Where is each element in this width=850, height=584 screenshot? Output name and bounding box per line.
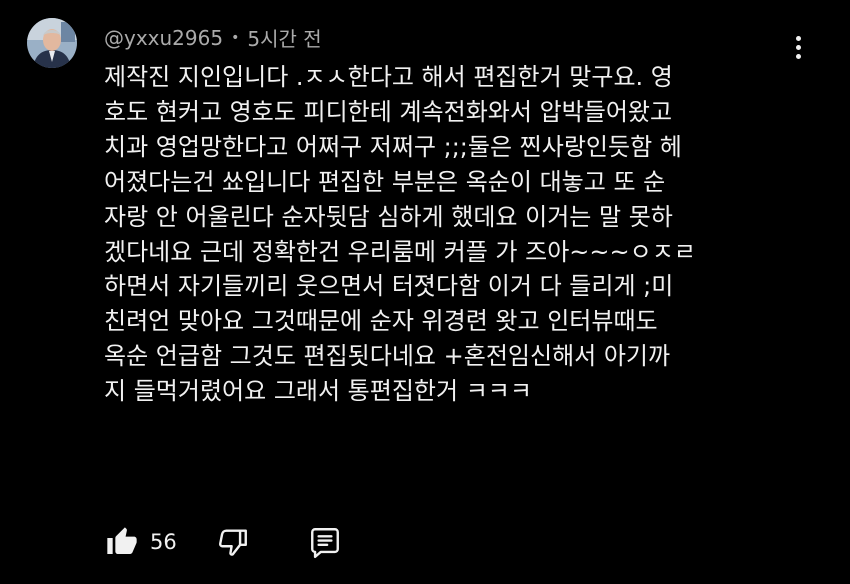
- comment-line: 제작진 지인입니다 .ㅈㅅ한다고 해서 편집한거 맞구요. 영: [104, 63, 673, 91]
- more-vert-icon-dot: [795, 44, 801, 50]
- comment-line: 겠다네요 근데 정확한건 우리룸메 커플 가 즈아~~~ㅇㅈㄹ: [104, 237, 696, 266]
- avatar-image: [27, 18, 77, 68]
- like-count: 56: [150, 530, 177, 554]
- comment-line: 자랑 안 어울린다 순자뒷담 심하게 했데요 이거는 말 못하: [104, 202, 673, 231]
- header-separator: •: [231, 29, 240, 46]
- comment-line: 친려언 맞아요 그것때문에 순자 위경련 왓고 인터뷰때도: [104, 307, 658, 336]
- comment-line: 옥순 언급함 그것도 편집됫다네요 +혼전임신해서 아기까: [104, 342, 671, 371]
- comment-line: 치과 영업망한다고 어쩌구 저쩌구 ;;;둘은 찐사랑인듯함 헤: [104, 132, 682, 161]
- comment-text: 제작진 지인입니다 .ㅈㅅ한다고 해서 편집한거 맞구요. 영 호도 현커고 영…: [104, 60, 794, 409]
- comment-timestamp[interactable]: 5시간 전: [247, 23, 321, 52]
- thumbs-down-icon: [218, 529, 247, 556]
- comment-actions: 56: [104, 520, 343, 564]
- author-name[interactable]: @yxxu2965: [104, 26, 223, 50]
- more-options-button[interactable]: [786, 30, 810, 64]
- comment-line: 호도 현커고 영호도 피디한테 계속전화와서 압박들어왔고: [104, 97, 673, 126]
- comment-line: 어졌다는건 쑈입니다 편집한 부분은 옥순이 대놓고 또 순: [104, 167, 666, 196]
- comment-header: @yxxu2965 • 5시간 전: [104, 23, 322, 52]
- like-button[interactable]: [104, 524, 140, 560]
- avatar[interactable]: [27, 18, 77, 68]
- dislike-button[interactable]: [215, 524, 251, 560]
- reply-button[interactable]: [307, 524, 343, 560]
- comment-reply-icon: [310, 528, 339, 559]
- more-vert-icon-dot: [795, 53, 801, 59]
- comment-line: 지 들먹거렸어요 그래서 통편집한거 ㅋㅋㅋ: [104, 377, 532, 406]
- thumbs-up-icon: [107, 527, 137, 554]
- more-vert-icon-dot: [795, 35, 801, 41]
- comment-line: 하면서 자기들끼리 웃으면서 터졋다함 이거 다 들리게 ;미: [104, 272, 674, 301]
